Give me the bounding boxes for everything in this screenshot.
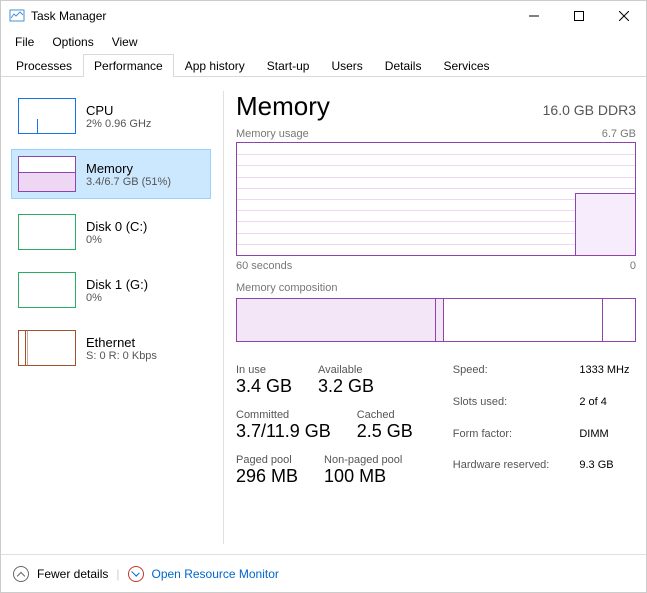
stat-paged-label: Paged pool [236, 454, 298, 466]
sidebar-item-memory[interactable]: Memory 3.4/6.7 GB (51%) [11, 149, 211, 199]
memory-total: 16.0 GB DDR3 [543, 102, 636, 118]
tabbar: Processes Performance App history Start-… [1, 53, 646, 77]
sidebar-disk1-title: Disk 1 (G:) [86, 277, 148, 292]
sidebar-item-disk0[interactable]: Disk 0 (C:) 0% [11, 207, 211, 257]
stat-cached-label: Cached [357, 409, 413, 421]
stat-cached-value: 2.5 GB [357, 421, 413, 442]
usage-chart-label: Memory usage [236, 128, 309, 140]
memory-usage-chart [236, 142, 636, 256]
main-panel: Memory 16.0 GB DDR3 Memory usage 6.7 GB … [236, 91, 636, 544]
stat-available-value: 3.2 GB [318, 376, 374, 397]
memory-composition-chart [236, 298, 636, 342]
usage-chart-max: 6.7 GB [602, 128, 636, 140]
resource-monitor-icon [128, 566, 144, 582]
close-button[interactable] [601, 1, 646, 31]
content-area: CPU 2% 0.96 GHz Memory 3.4/6.7 GB (51%) … [1, 77, 646, 554]
sidebar-ethernet-title: Ethernet [86, 335, 157, 350]
info-form-key: Form factor: [453, 428, 550, 456]
cpu-thumbnail [18, 98, 76, 134]
composition-in-use [237, 299, 436, 341]
composition-free [603, 299, 635, 341]
info-speed-value: 1333 MHz [579, 364, 629, 392]
chevron-up-icon[interactable] [13, 566, 29, 582]
sidebar-item-disk1[interactable]: Disk 1 (G:) 0% [11, 265, 211, 315]
composition-modified [436, 299, 444, 341]
info-slots-value: 2 of 4 [579, 396, 629, 424]
minimize-button[interactable] [511, 1, 556, 31]
disk0-thumbnail [18, 214, 76, 250]
sidebar-cpu-sub: 2% 0.96 GHz [86, 118, 151, 130]
titlebar: Task Manager [1, 1, 646, 31]
info-reserved-value: 9.3 GB [579, 459, 629, 487]
sidebar-item-cpu[interactable]: CPU 2% 0.96 GHz [11, 91, 211, 141]
menu-view[interactable]: View [104, 33, 146, 51]
open-resource-monitor-link[interactable]: Open Resource Monitor [152, 567, 279, 581]
tab-services[interactable]: Services [432, 54, 500, 77]
footer: Fewer details | Open Resource Monitor [1, 554, 646, 592]
page-title: Memory [236, 91, 330, 122]
tab-app-history[interactable]: App history [174, 54, 256, 77]
memory-thumbnail [18, 156, 76, 192]
maximize-button[interactable] [556, 1, 601, 31]
composition-standby [444, 299, 603, 341]
tab-performance[interactable]: Performance [83, 54, 174, 77]
stat-available-label: Available [318, 364, 374, 376]
sidebar-disk0-title: Disk 0 (C:) [86, 219, 147, 234]
sidebar-memory-sub: 3.4/6.7 GB (51%) [86, 176, 171, 188]
disk1-thumbnail [18, 272, 76, 308]
menu-file[interactable]: File [7, 33, 42, 51]
menu-options[interactable]: Options [44, 33, 101, 51]
sidebar-ethernet-sub: S: 0 R: 0 Kbps [86, 350, 157, 362]
tab-startup[interactable]: Start-up [256, 54, 321, 77]
info-form-value: DIMM [579, 428, 629, 456]
sidebar-disk1-sub: 0% [86, 292, 148, 304]
stat-committed-label: Committed [236, 409, 331, 421]
ethernet-thumbnail [18, 330, 76, 366]
stat-committed-value: 3.7/11.9 GB [236, 421, 331, 442]
sidebar-item-ethernet[interactable]: Ethernet S: 0 R: 0 Kbps [11, 323, 211, 373]
info-speed-key: Speed: [453, 364, 550, 392]
sidebar: CPU 2% 0.96 GHz Memory 3.4/6.7 GB (51%) … [11, 91, 211, 544]
stat-in-use-value: 3.4 GB [236, 376, 292, 397]
footer-separator: | [116, 567, 119, 581]
memory-info-table: Speed: 1333 MHz Slots used: 2 of 4 Form … [453, 364, 630, 487]
stat-paged-value: 296 MB [236, 466, 298, 487]
sidebar-disk0-sub: 0% [86, 234, 147, 246]
stat-nonpaged-value: 100 MB [324, 466, 402, 487]
tab-processes[interactable]: Processes [5, 54, 83, 77]
stats-area: In use 3.4 GB Available 3.2 GB Committed… [236, 364, 636, 487]
tab-users[interactable]: Users [320, 54, 373, 77]
menubar: File Options View [1, 31, 646, 53]
axis-right-label: 0 [630, 260, 636, 272]
sidebar-cpu-title: CPU [86, 103, 151, 118]
vertical-divider [223, 91, 224, 544]
stat-in-use-label: In use [236, 364, 292, 376]
app-icon [9, 8, 25, 24]
fewer-details-button[interactable]: Fewer details [37, 567, 108, 581]
info-slots-key: Slots used: [453, 396, 550, 424]
axis-left-label: 60 seconds [236, 260, 292, 272]
window-title: Task Manager [31, 9, 511, 23]
stat-nonpaged-label: Non-paged pool [324, 454, 402, 466]
composition-label: Memory composition [236, 282, 636, 294]
window-controls [511, 1, 646, 31]
tab-details[interactable]: Details [374, 54, 433, 77]
sidebar-memory-title: Memory [86, 161, 171, 176]
info-reserved-key: Hardware reserved: [453, 459, 550, 487]
